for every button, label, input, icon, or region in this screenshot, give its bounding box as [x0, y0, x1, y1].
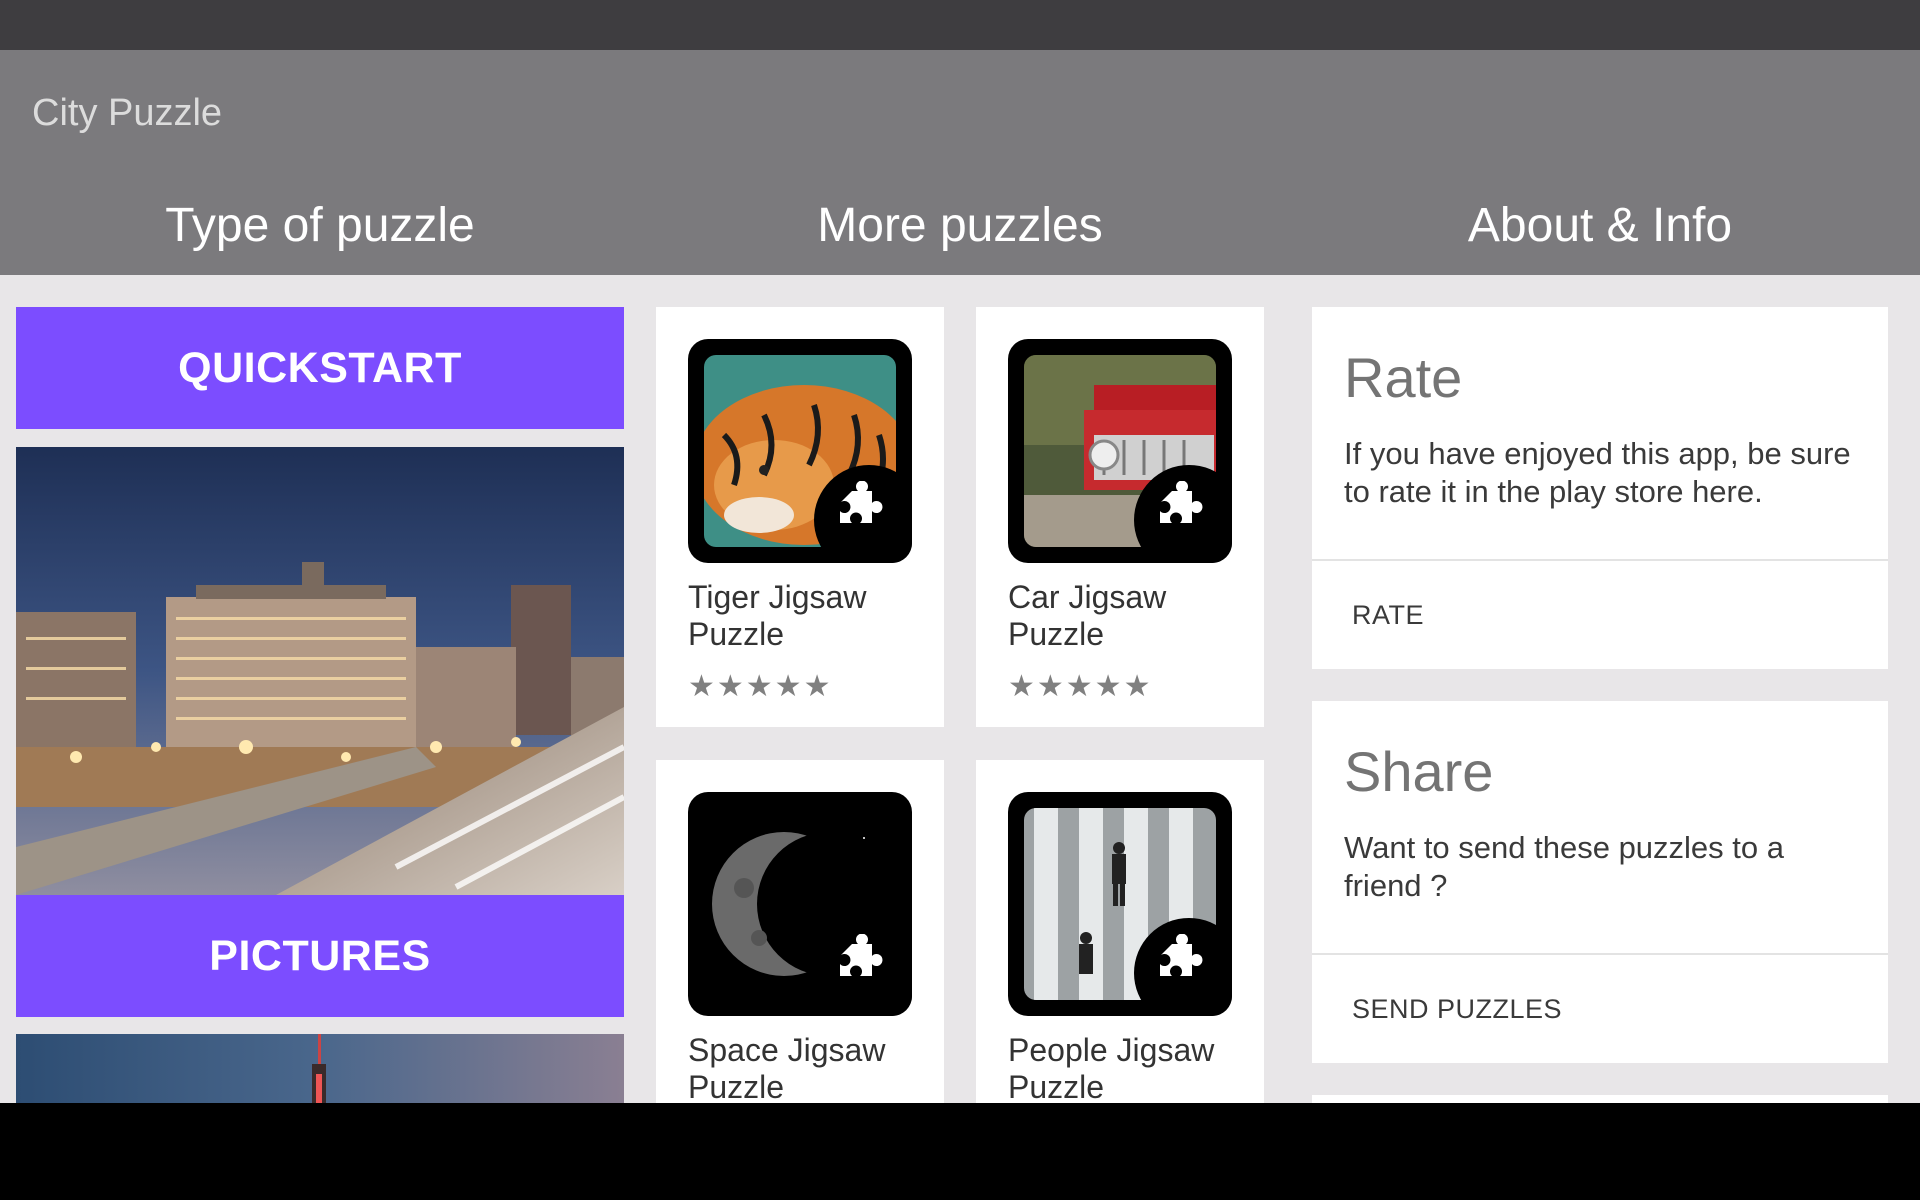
share-title: Share: [1344, 740, 1494, 803]
next-info-card: [1312, 1095, 1888, 1103]
city-skyline-photo[interactable]: [16, 1034, 624, 1103]
city-night-photo[interactable]: [16, 447, 624, 895]
rate-card: Rate If you have enjoyed this app, be su…: [1312, 307, 1888, 669]
share-description: Want to send these puzzles to a friend ?: [1344, 830, 1784, 903]
navigation-bar: [0, 1103, 1920, 1200]
tab-type-of-puzzle[interactable]: Type of puzzle: [0, 198, 640, 253]
tab-about-info[interactable]: About & Info: [1280, 198, 1920, 253]
rate-button[interactable]: RATE: [1352, 600, 1424, 631]
tab-more-puzzles[interactable]: More puzzles: [640, 198, 1280, 253]
app-title: City Puzzle: [32, 92, 223, 134]
star-rating-icon: ★★★★★: [1008, 670, 1153, 703]
rate-title: Rate: [1344, 346, 1463, 409]
divider: [1312, 559, 1888, 561]
space-thumbnail: [688, 792, 912, 1016]
pictures-button[interactable]: PICTURES: [16, 895, 624, 1017]
puzzle-name: Car Jigsaw Puzzle: [1008, 579, 1167, 652]
car-thumbnail: [1008, 339, 1232, 563]
rate-description: If you have enjoyed this app, be sure to…: [1344, 436, 1851, 509]
send-puzzles-button[interactable]: SEND PUZZLES: [1352, 994, 1562, 1025]
puzzle-name: Space Jigsaw Puzzle: [688, 1032, 886, 1105]
app-bar: City Puzzle Type of puzzle More puzzles …: [0, 50, 1920, 275]
tiger-thumbnail: [688, 339, 912, 563]
puzzle-name: Tiger Jigsaw Puzzle: [688, 579, 867, 652]
puzzle-card-tiger[interactable]: Tiger Jigsaw Puzzle ★★★★★: [656, 307, 944, 727]
puzzle-card-space[interactable]: Space Jigsaw Puzzle: [656, 760, 944, 1105]
star-rating-icon: ★★★★★: [688, 670, 833, 703]
puzzle-name: People Jigsaw Puzzle: [1008, 1032, 1215, 1105]
share-card: Share Want to send these puzzles to a fr…: [1312, 701, 1888, 1063]
people-thumbnail: [1008, 792, 1232, 1016]
status-bar: [0, 0, 1920, 50]
divider: [1312, 953, 1888, 955]
quickstart-button[interactable]: QUICKSTART: [16, 307, 624, 429]
puzzle-card-people[interactable]: People Jigsaw Puzzle: [976, 760, 1264, 1105]
puzzle-card-car[interactable]: Car Jigsaw Puzzle ★★★★★: [976, 307, 1264, 727]
type-of-puzzle-column: QUICKSTART PICTURES: [16, 307, 624, 1103]
